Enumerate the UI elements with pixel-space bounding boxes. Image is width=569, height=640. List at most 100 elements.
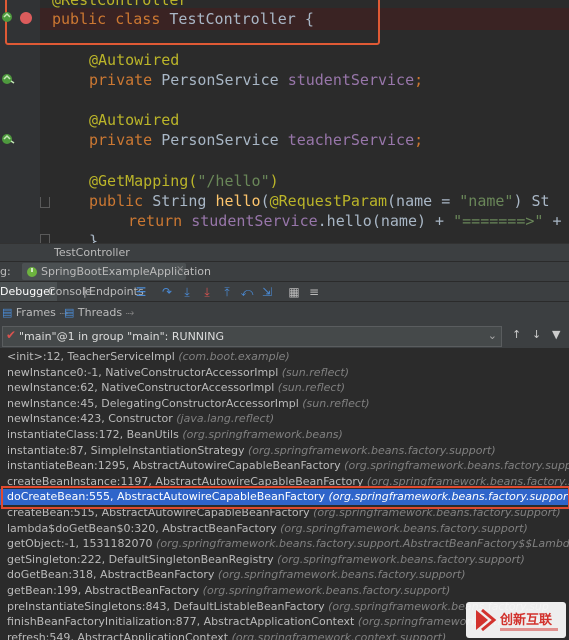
fold-marker-icon[interactable]	[40, 234, 50, 243]
stack-frame-label: newInstance:45, DelegatingConstructorAcc…	[7, 397, 370, 410]
stack-frame-row[interactable]: newInstance:62, NativeConstructorAccesso…	[0, 380, 569, 396]
stack-frame-row[interactable]: newInstance:45, DelegatingConstructorAcc…	[0, 396, 569, 412]
arrow-down-icon[interactable]: ↓	[532, 328, 541, 341]
code-token: "name"	[459, 192, 514, 210]
stack-frame-row[interactable]: instantiateClass:172, BeanUtils (org.spr…	[0, 427, 569, 443]
selected-frame-highlight	[1, 486, 569, 509]
show-execution-point-icon[interactable]: ☰	[134, 285, 148, 299]
drop-frame-icon[interactable]: ⤺	[240, 285, 254, 299]
stack-frame-row[interactable]: <init>:12, TeacherServiceImpl (com.boot.…	[0, 349, 569, 365]
stack-frame-package: (com.boot.example)	[178, 350, 290, 363]
code-token: PersonService	[161, 71, 288, 89]
tab-frames-label: Frames	[15, 306, 56, 319]
step-into-icon[interactable]: ⤓	[180, 285, 194, 299]
code-token: teacherService	[287, 131, 415, 149]
stack-frame-row[interactable]: instantiateBean:1295, AbstractAutowireCa…	[0, 458, 569, 474]
stack-frame-label: finishBeanFactoryInitialization:877, Abs…	[7, 615, 546, 628]
code-token: "/hello"	[197, 172, 270, 190]
step-out-icon[interactable]: ⤒	[220, 285, 234, 299]
stack-frame-method: getSingleton:222, DefaultSingletonBeanRe…	[7, 552, 278, 566]
breakpoint-icon[interactable]	[20, 12, 32, 24]
code-line: @Autowired	[89, 50, 179, 70]
stack-frame-row[interactable]: newInstance0:-1, NativeConstructorAccess…	[0, 365, 569, 381]
code-token: @RequestParam	[269, 192, 388, 210]
arrow-up-icon[interactable]: ↑	[512, 328, 521, 341]
code-line: return studentService.hello(name) + "===…	[128, 211, 562, 231]
code-token: @Autowired	[89, 51, 180, 69]
autowired-bean-icon[interactable]	[1, 133, 15, 145]
tab-frames[interactable]: ▤ Frames ⤑	[2, 306, 68, 320]
stack-frame-label: doGetBean:318, AbstractBeanFactory (org.…	[7, 568, 466, 581]
code-token: PersonService	[161, 131, 288, 149]
stack-frame-package: (java.lang.reflect)	[176, 412, 275, 426]
close-icon[interactable]: ×	[176, 264, 184, 275]
code-token: private	[89, 131, 162, 149]
step-over-icon[interactable]: ↷	[160, 285, 174, 299]
check-icon: ✔	[6, 328, 17, 342]
stack-frame-package: (org.springframework.beans.factory.suppo…	[344, 459, 569, 473]
stack-frame-row[interactable]: getBean:199, AbstractBeanFactory (org.sp…	[0, 583, 569, 599]
stack-frame-method: doGetBean:318, AbstractBeanFactory	[7, 568, 218, 582]
stack-frame-row[interactable]: lambda$doGetBean$0:320, AbstractBeanFact…	[0, 521, 569, 537]
tab-separator: |	[83, 285, 87, 298]
code-token: ;	[414, 131, 424, 149]
breadcrumb-class[interactable]: TestController	[54, 246, 130, 259]
code-token: ) St	[513, 192, 550, 210]
stack-frame-label: newInstance:62, NativeConstructorAccesso…	[7, 381, 345, 394]
filter-icon[interactable]: ▼	[552, 328, 560, 341]
stack-frame-row[interactable]: instantiate:87, SimpleInstantiationStrat…	[0, 443, 569, 459]
stack-frame-method: getObject:-1, 1531182070	[7, 537, 157, 551]
thread-label: "main"@1 in group "main": RUNNING	[19, 330, 225, 343]
code-line: public String hello(@RequestParam(name =…	[89, 191, 550, 211]
debug-prefix-label: g:	[0, 265, 11, 278]
stack-frame-row[interactable]: getObject:-1, 1531182070 (org.springfram…	[0, 536, 569, 552]
stack-frame-package: (org.springframework.beans.factory.suppo…	[248, 443, 496, 457]
stack-frame-label: getBean:199, AbstractBeanFactory (org.sp…	[7, 584, 450, 597]
stack-frame-method: finishBeanFactoryInitialization:877, Abs…	[7, 615, 358, 629]
breadcrumb[interactable]: TestController	[0, 243, 569, 262]
evaluate-expression-icon[interactable]: ▦	[287, 285, 301, 299]
tab-threads[interactable]: ▤ Threads ⤑	[64, 306, 134, 320]
spring-boot-icon	[27, 267, 37, 277]
watermark-logo: 创新互联	[466, 602, 566, 638]
code-line: private PersonService studentService;	[89, 70, 423, 90]
stack-frame-label: newInstance:423, Constructor (java.lang.…	[7, 412, 274, 425]
stack-frame-package: (org.springframework.beans.factory.suppo…	[202, 584, 451, 597]
force-step-into-icon[interactable]: ⤓	[200, 285, 214, 299]
stack-frame-method: lambda$doGetBean$0:320, AbstractBeanFact…	[7, 521, 281, 535]
autowired-bean-icon[interactable]	[1, 73, 15, 85]
stack-frame-package: (sun.reflect)	[277, 381, 346, 395]
stack-frame-row[interactable]: newInstance:423, Constructor (java.lang.…	[0, 411, 569, 427]
debug-tool-window-header: g: SpringBootExampleApplication ×	[0, 261, 569, 282]
stack-frame-method: instantiateBean:1295, AbstractAutowireCa…	[7, 459, 345, 473]
stack-frame-package: (org.springframework.beans.factory.suppo…	[217, 568, 466, 582]
stack-frame-row[interactable]: doGetBean:318, AbstractBeanFactory (org.…	[0, 567, 569, 583]
thread-dropdown[interactable]: ✔ "main"@1 in group "main": RUNNING ⌄	[2, 326, 502, 347]
code-token: (	[260, 192, 270, 210]
stack-frame-method: newInstance0:-1, NativeConstructorAccess…	[7, 365, 282, 379]
stack-frame-method: newInstance:62, NativeConstructorAccesso…	[7, 381, 278, 395]
stack-frame-method: instantiate:87, SimpleInstantiationStrat…	[7, 443, 249, 457]
frames-icon: ▤	[2, 306, 13, 319]
code-token: (name =	[387, 192, 460, 210]
stack-frame-label: getObject:-1, 1531182070 (org.springfram…	[7, 537, 569, 550]
stack-frame-method: instantiateClass:172, BeanUtils	[7, 428, 183, 441]
tab-threads-label: Threads	[77, 306, 123, 319]
debugger-toolbar: Debugger Console | Endpoints ☰ ↷ ⤓ ⤓ ⤒ ⤺…	[0, 281, 569, 302]
stack-frame-label: instantiateClass:172, BeanUtils (org.spr…	[7, 428, 343, 441]
stack-frame-label: instantiate:87, SimpleInstantiationStrat…	[7, 444, 496, 457]
run-config-tab[interactable]: SpringBootExampleApplication ×	[22, 263, 211, 280]
stack-frame-method: refresh:549, AbstractApplicationContext	[7, 630, 232, 640]
stack-frame-package: (org.springframework.beans.factory.suppo…	[280, 521, 528, 535]
code-token: public	[89, 192, 153, 210]
stack-frame-row[interactable]: getSingleton:222, DefaultSingletonBeanRe…	[0, 552, 569, 568]
svg-text:创新互联: 创新互联	[499, 612, 552, 628]
stack-frame-method: newInstance:45, DelegatingConstructorAcc…	[7, 396, 303, 410]
fold-marker-icon[interactable]	[40, 197, 50, 208]
frames-threads-bar: ▤ Frames ⤑ ▤ Threads ⤑	[0, 301, 569, 325]
code-editor[interactable]: @RestController public class TestControl…	[0, 0, 569, 243]
stack-frame-package: (sun.reflect)	[281, 365, 350, 379]
spring-bean-icon[interactable]	[1, 11, 15, 23]
run-to-cursor-icon[interactable]: ⇲	[260, 285, 274, 299]
trace-current-stream-icon[interactable]: ≡	[307, 285, 321, 299]
